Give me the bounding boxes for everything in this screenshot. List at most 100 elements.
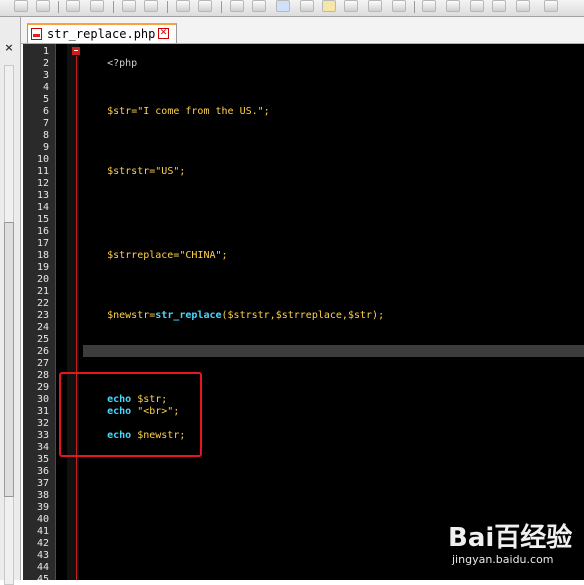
line-number: 17 bbox=[36, 238, 49, 249]
line-number: 37 bbox=[36, 478, 49, 489]
line-number: 28 bbox=[36, 370, 49, 381]
toolbar bbox=[0, 0, 584, 17]
string-literal: "CHINA" bbox=[179, 250, 222, 261]
line-number: 35 bbox=[36, 454, 49, 465]
close-tab-icon[interactable]: ✕ bbox=[158, 28, 169, 39]
line-number: 24 bbox=[36, 322, 49, 333]
line-number: 41 bbox=[36, 526, 49, 537]
line-number: 39 bbox=[36, 502, 49, 513]
line-number: 42 bbox=[36, 538, 49, 549]
line-number: 44 bbox=[36, 562, 49, 573]
line-number: 5 bbox=[42, 94, 49, 105]
zoom-out-icon[interactable] bbox=[144, 0, 158, 12]
function-arguments: ($strstr,$strreplace,$str) bbox=[221, 310, 379, 321]
zoom-in-icon[interactable] bbox=[122, 0, 136, 12]
line-number: 8 bbox=[42, 130, 49, 141]
fold-line bbox=[76, 56, 77, 580]
play-macro-icon[interactable] bbox=[470, 0, 484, 12]
tab-label: str_replace.php bbox=[47, 27, 156, 41]
sync-scroll-h-icon[interactable] bbox=[198, 0, 212, 12]
close-icon[interactable]: × bbox=[3, 42, 15, 54]
left-panel: × bbox=[0, 17, 21, 585]
watermark-logo: Bai百经验 bbox=[448, 523, 573, 553]
toolbar-separator bbox=[221, 1, 222, 13]
stop-macro-icon[interactable] bbox=[446, 0, 460, 12]
code-line-10: $strstr="US"; bbox=[83, 154, 185, 177]
language-icon[interactable] bbox=[322, 0, 336, 12]
line-number: 21 bbox=[36, 286, 49, 297]
string-literal: "US" bbox=[155, 166, 180, 177]
monitor-icon[interactable] bbox=[392, 0, 406, 12]
doc-map-icon[interactable] bbox=[344, 0, 358, 12]
line-number: 15 bbox=[36, 214, 49, 225]
line-number: 18 bbox=[36, 250, 49, 261]
line-number: 12 bbox=[36, 178, 49, 189]
code-editor[interactable]: 1 2 3 4 5 6 7 8 9 10 11 12 13 14 15 16 1… bbox=[23, 44, 584, 580]
line-number: 34 bbox=[36, 442, 49, 453]
line-number: 22 bbox=[36, 298, 49, 309]
redo-icon[interactable] bbox=[36, 0, 50, 12]
line-number: 23 bbox=[36, 310, 49, 321]
line-number: 30 bbox=[36, 394, 49, 405]
code-line-17: $strreplace="CHINA"; bbox=[83, 238, 227, 261]
terminator: ; bbox=[263, 106, 270, 117]
line-number: 4 bbox=[42, 82, 49, 93]
line-number: 40 bbox=[36, 514, 49, 525]
fold-collapse-icon[interactable] bbox=[72, 47, 80, 55]
print-icon[interactable] bbox=[66, 0, 80, 12]
file-icon bbox=[31, 28, 42, 40]
line-number: 16 bbox=[36, 226, 49, 237]
record-macro-icon[interactable] bbox=[422, 0, 436, 12]
scrollbar-thumb[interactable] bbox=[4, 222, 14, 497]
toolbar-separator bbox=[113, 1, 114, 13]
watermark: Bai百经验 jingyan.baidu.com bbox=[448, 515, 584, 577]
line-number: 7 bbox=[42, 118, 49, 129]
variable: $newstr bbox=[107, 310, 150, 321]
annotation-highlight-box bbox=[59, 372, 202, 457]
watermark-url: jingyan.baidu.com bbox=[452, 553, 554, 566]
indent-guide-icon[interactable] bbox=[276, 0, 290, 12]
line-number: 29 bbox=[36, 382, 49, 393]
function-list-icon[interactable] bbox=[368, 0, 382, 12]
line-number: 2 bbox=[42, 58, 49, 69]
line-number: 19 bbox=[36, 262, 49, 273]
line-number: 6 bbox=[42, 106, 49, 117]
line-number: 1 bbox=[42, 46, 49, 57]
terminator: ; bbox=[221, 250, 228, 261]
line-number: 13 bbox=[36, 190, 49, 201]
line-number: 14 bbox=[36, 202, 49, 213]
toolbar-separator bbox=[414, 1, 415, 13]
line-number: 26 bbox=[36, 346, 49, 357]
variable: $strreplace bbox=[107, 250, 174, 261]
wrap-icon[interactable] bbox=[230, 0, 244, 12]
line-number: 38 bbox=[36, 490, 49, 501]
show-all-chars-icon[interactable] bbox=[252, 0, 266, 12]
save-macro-icon[interactable] bbox=[516, 0, 530, 12]
current-line-highlight bbox=[83, 345, 584, 357]
line-number: 3 bbox=[42, 70, 49, 81]
line-number: 33 bbox=[36, 430, 49, 441]
code-line-22: $newstr=str_replace($strstr,$strreplace,… bbox=[83, 298, 384, 321]
line-number: 45 bbox=[36, 574, 49, 580]
find-icon[interactable] bbox=[90, 0, 104, 12]
tab-bar: str_replace.php ✕ bbox=[21, 17, 584, 44]
fold-margin bbox=[67, 44, 79, 580]
toolbar-separator bbox=[167, 1, 168, 13]
line-number: 27 bbox=[36, 358, 49, 369]
line-number: 32 bbox=[36, 418, 49, 429]
undo-icon[interactable] bbox=[14, 0, 28, 12]
function-name: str_replace bbox=[155, 310, 222, 321]
variable: $strstr bbox=[107, 166, 150, 177]
run-macro-multiple-icon[interactable] bbox=[492, 0, 506, 12]
tab-str-replace[interactable]: str_replace.php ✕ bbox=[27, 23, 177, 43]
php-open-tag: <?php bbox=[107, 58, 138, 69]
line-number: 25 bbox=[36, 334, 49, 345]
terminator: ; bbox=[378, 310, 385, 321]
line-number: 10 bbox=[36, 154, 49, 165]
folder-icon[interactable] bbox=[300, 0, 314, 12]
sync-scroll-v-icon[interactable] bbox=[176, 0, 190, 12]
spell-check-icon[interactable] bbox=[544, 0, 558, 12]
line-number: 9 bbox=[42, 142, 49, 153]
code-line-1: <?php bbox=[83, 46, 137, 69]
variable: $str bbox=[107, 106, 132, 117]
